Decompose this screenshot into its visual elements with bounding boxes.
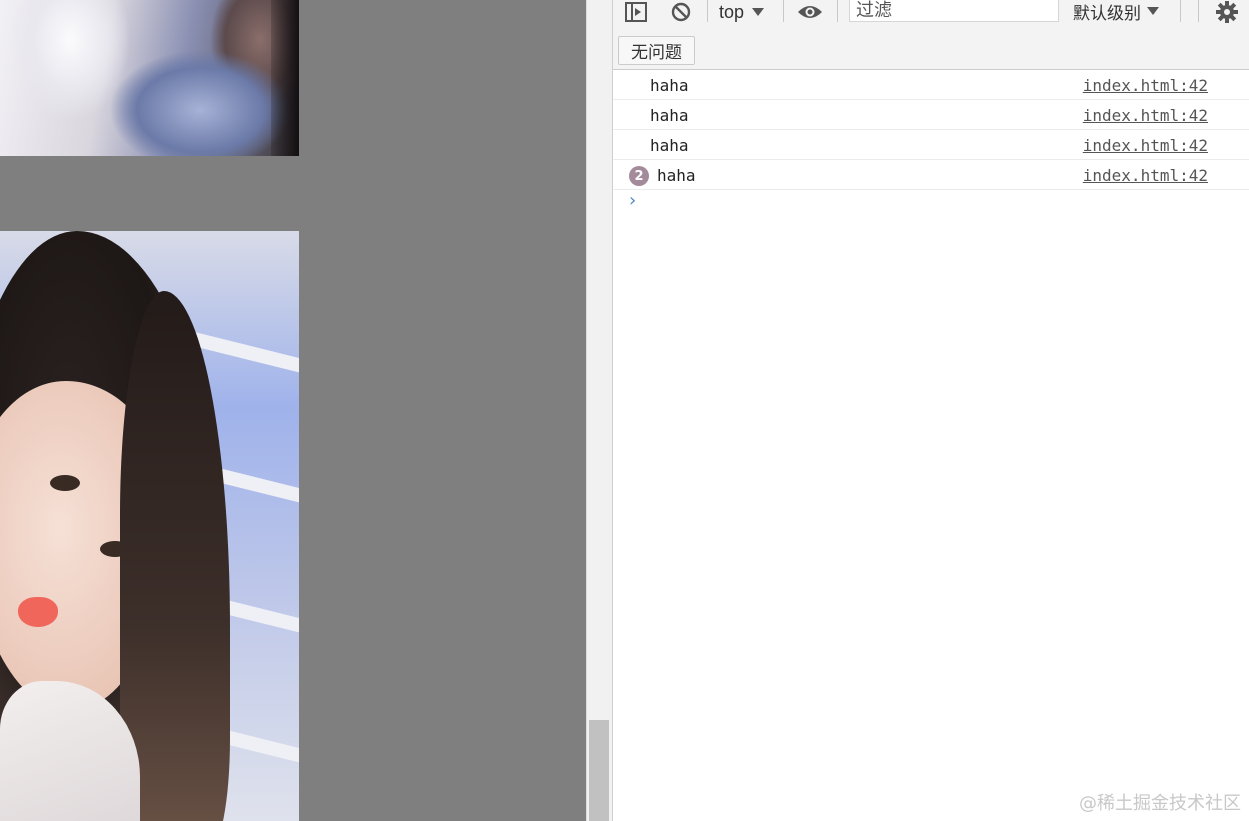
clear-console-icon[interactable] (668, 0, 694, 24)
page-scrollbar[interactable] (586, 0, 613, 821)
gear-icon[interactable] (1213, 0, 1241, 24)
toolbar-separator (783, 0, 784, 22)
console-toolbar: top 默认级别 (613, 0, 1249, 26)
dropdown-arrow-icon (1147, 7, 1159, 15)
context-selector[interactable]: top (719, 0, 775, 24)
repeat-count-badge: 2 (629, 166, 649, 186)
source-link[interactable]: index.html:42 (1083, 136, 1208, 155)
issues-button[interactable]: 无问题 (618, 36, 695, 65)
log-levels-label: 默认级别 (1073, 3, 1141, 24)
log-levels-dropdown[interactable]: 默认级别 (1073, 0, 1159, 24)
console-prompt[interactable]: › (627, 190, 638, 211)
console-message: haha index.html:42 (613, 70, 1249, 100)
lips (18, 597, 58, 627)
source-link[interactable]: index.html:42 (1083, 166, 1208, 185)
source-link[interactable]: index.html:42 (1083, 106, 1208, 125)
scrollbar-thumb[interactable] (589, 720, 609, 821)
console-message: haha index.html:42 (613, 100, 1249, 130)
hair-strands (120, 291, 230, 821)
message-text: haha (650, 76, 689, 95)
dropdown-arrow-icon (752, 8, 765, 16)
message-text: haha (657, 166, 696, 185)
console-messages: haha index.html:42 haha index.html:42 ha… (613, 70, 1249, 190)
toolbar-separator (837, 0, 838, 22)
context-label: top (719, 1, 745, 22)
portrait-photo (0, 231, 299, 821)
console-message: haha index.html:42 (613, 130, 1249, 160)
toolbar-separator (1180, 0, 1181, 22)
watermark: @稀土掘金技术社区 (1079, 793, 1241, 814)
message-text: haha (650, 136, 689, 155)
filter-input[interactable] (849, 0, 1059, 22)
devtools-console-panel: top 默认级别 (612, 0, 1249, 821)
source-link[interactable]: index.html:42 (1083, 76, 1208, 95)
toolbar-separator (1198, 0, 1199, 22)
live-expression-icon[interactable] (795, 0, 825, 24)
toolbar-separator (707, 0, 708, 22)
message-text: haha (650, 106, 689, 125)
page-viewport (0, 0, 586, 821)
eye (50, 475, 80, 491)
console-message: 2 haha index.html:42 (613, 160, 1249, 190)
sidebar-toggle-icon[interactable] (623, 0, 649, 24)
issues-bar: 无问题 (613, 26, 1249, 70)
blurred-photo (0, 0, 299, 156)
